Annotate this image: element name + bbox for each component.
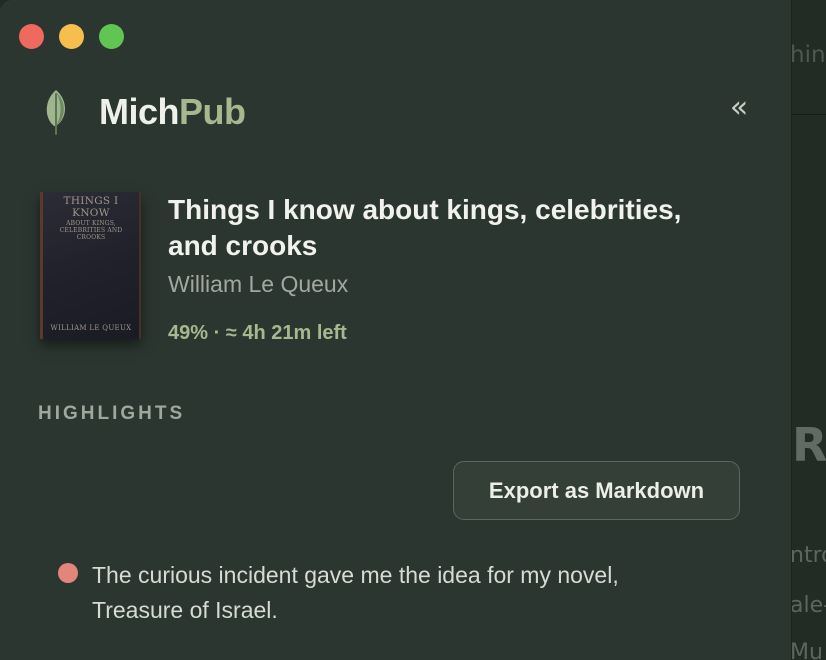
background-text-fragment: ale- [792, 593, 826, 618]
book-title: Things I know about kings, celebrities, … [168, 194, 682, 261]
brand-name-accent: Pub [179, 91, 246, 132]
minimize-window-button[interactable] [59, 24, 84, 49]
book-cover: THINGS I KNOW ABOUT KINGS, CELEBRITIES A… [40, 192, 141, 339]
reading-progress: 49% · ≈ 4h 21m left [168, 322, 347, 344]
cover-author: WILLIAM LE QUEUX [50, 324, 132, 332]
brand-name-primary: Mich [99, 91, 180, 132]
cover-subtitle: ABOUT KINGS, CELEBRITIES AND CROOKS [59, 220, 123, 241]
brand: MichPub [42, 88, 246, 136]
highlight-text: The curious incident gave me the idea fo… [92, 562, 619, 623]
sidebar-panel: MichPub « THINGS I KNOW ABOUT KINGS, CEL… [0, 0, 792, 660]
export-markdown-button[interactable]: Export as Markdown [453, 461, 740, 520]
leaf-icon [46, 90, 65, 135]
maximize-window-button[interactable] [99, 24, 124, 49]
brand-name: MichPub [99, 91, 246, 133]
window-controls [19, 24, 124, 49]
background-toolbar-divider [792, 114, 826, 115]
cover-title: THINGS I KNOW [63, 195, 119, 219]
app-window: hing R ntro ale- Mu MichPub « THINGS I K… [0, 0, 826, 660]
highlight-color-dot [58, 563, 78, 583]
background-text-fragment: Mu [792, 640, 823, 660]
background-text-fragment: hing [792, 42, 826, 68]
background-heading-fragment: R [792, 418, 826, 472]
highlights-list: The curious incident gave me the idea fo… [58, 558, 698, 628]
highlights-heading: HIGHLIGHTS [38, 403, 186, 424]
close-window-button[interactable] [19, 24, 44, 49]
book-author: William Le Queux [168, 271, 349, 297]
highlight-item[interactable]: The curious incident gave me the idea fo… [58, 558, 698, 628]
background-text-fragment: ntro [792, 543, 826, 568]
background-document: hing R ntro ale- Mu [792, 0, 826, 660]
collapse-sidebar-button[interactable]: « [722, 89, 756, 125]
double-chevron-left-icon: « [729, 89, 749, 125]
